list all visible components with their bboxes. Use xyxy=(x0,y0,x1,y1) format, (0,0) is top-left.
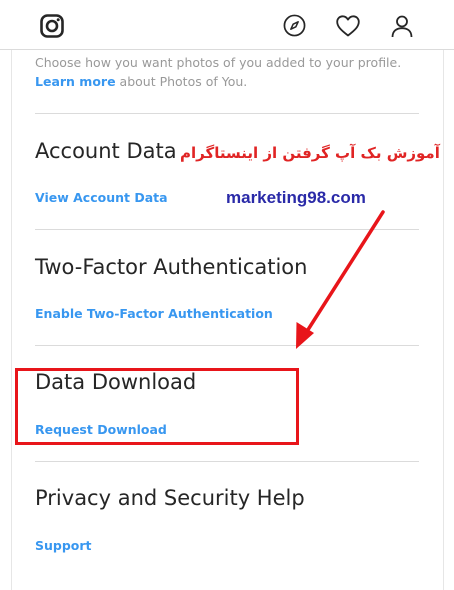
red-arrow-icon xyxy=(296,210,385,349)
